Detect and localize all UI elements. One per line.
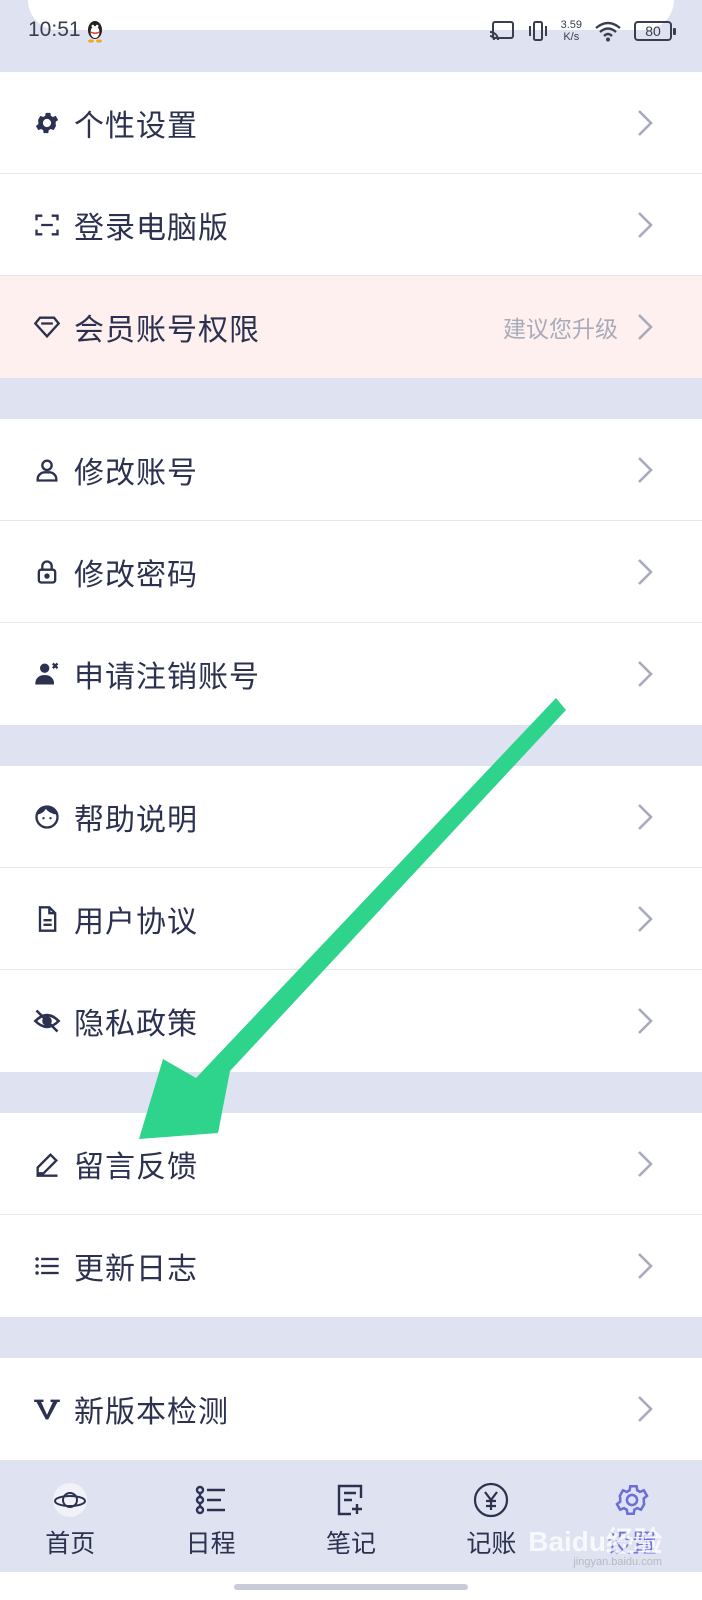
battery-indicator: 80 — [634, 21, 676, 41]
status-time: 10:51 — [28, 18, 81, 41]
chevron-right-icon — [638, 1150, 653, 1177]
menu-item-feedback[interactable]: 留言反馈 — [0, 1113, 702, 1215]
menu-item-change-password[interactable]: 修改密码 — [0, 521, 702, 623]
net-speed: 3.59 K/s — [560, 19, 582, 43]
tab-label: 日程 — [185, 1529, 236, 1558]
group-separator — [0, 378, 702, 419]
yuan-icon — [471, 1480, 511, 1520]
chevron-right-icon — [638, 661, 653, 687]
chevron-right-icon — [638, 803, 653, 830]
chevron-right-icon — [638, 211, 653, 238]
watermark-url: jingyan.baidu.com — [573, 1556, 662, 1568]
menu-item-changelog[interactable]: 更新日志 — [0, 1215, 702, 1317]
menu-item-help[interactable]: 帮助说明 — [0, 766, 702, 868]
menu-item-delete-account[interactable]: 申请注销账号 — [0, 623, 702, 725]
wifi-icon — [595, 21, 621, 42]
eye-off-icon — [32, 1006, 62, 1036]
diamond-icon — [32, 312, 62, 342]
status-icons: 3.59 K/s 80 — [489, 14, 676, 48]
chevron-right-icon — [638, 1253, 653, 1279]
upgrade-hint: 建议您升级 — [503, 317, 618, 343]
menu-item-label: 帮助说明 — [74, 802, 198, 838]
group-separator — [0, 1317, 702, 1358]
scan-frame-icon — [32, 210, 62, 240]
lock-icon — [32, 557, 62, 587]
menu-item-personal-settings[interactable]: 个性设置 — [0, 72, 702, 174]
pencil-icon — [32, 1149, 62, 1179]
menu-item-label: 修改账号 — [74, 455, 198, 491]
home-indicator[interactable] — [234, 1584, 468, 1590]
menu-item-label: 隐私政策 — [74, 1007, 198, 1042]
vibrate-icon — [528, 21, 547, 41]
menu-item-label: 留言反馈 — [74, 1149, 198, 1185]
menu-item-check-update[interactable]: 新版本检测 — [0, 1358, 702, 1460]
list-icon — [32, 1251, 62, 1281]
cast-icon — [489, 21, 514, 41]
schedule-icon — [191, 1480, 231, 1520]
menu-item-label: 新版本检测 — [74, 1395, 229, 1430]
menu-item-label: 登录电脑版 — [74, 210, 229, 246]
chevron-right-icon — [638, 1396, 653, 1422]
group-separator — [0, 725, 702, 766]
settings-gear-icon — [612, 1480, 652, 1520]
tab-label: 记账 — [466, 1529, 517, 1558]
menu-item-label: 更新日志 — [74, 1252, 198, 1287]
menu-item-change-account[interactable]: 修改账号 — [0, 419, 702, 521]
tab-home[interactable]: 首页 — [0, 1468, 140, 1572]
status-bar: 10:51 3.59 K/s 80 — [0, 0, 702, 72]
menu-item-privacy-policy[interactable]: 隐私政策 — [0, 970, 702, 1072]
qq-penguin-icon — [88, 21, 102, 43]
baidu-watermark: Baidu经验 — [528, 1526, 662, 1557]
face-help-icon — [32, 802, 62, 832]
chevron-right-icon — [638, 905, 653, 932]
menu-item-vip-permissions[interactable]: 会员账号权限 建议您升级 — [0, 276, 702, 378]
menu-item-user-agreement[interactable]: 用户协议 — [0, 868, 702, 970]
planet-icon — [50, 1480, 90, 1520]
user-remove-icon — [32, 659, 62, 689]
menu-item-label: 修改密码 — [74, 557, 198, 593]
note-icon — [331, 1480, 371, 1520]
chevron-right-icon — [638, 558, 653, 585]
menu-item-label: 申请注销账号 — [74, 660, 260, 695]
menu-item-label: 用户协议 — [74, 904, 198, 940]
settings-menu: 个性设置 登录电脑版 会员账号权限 建议您升级 修改账号 修改密码 申请注销账号… — [0, 72, 702, 1460]
chevron-right-icon — [638, 456, 653, 483]
gear-icon — [32, 108, 62, 138]
tab-label: 首页 — [45, 1529, 96, 1558]
menu-item-login-desktop[interactable]: 登录电脑版 — [0, 174, 702, 276]
menu-item-label: 个性设置 — [74, 108, 198, 144]
document-icon — [32, 904, 62, 934]
chevron-right-icon — [638, 1008, 653, 1034]
v-letter-icon — [32, 1394, 62, 1424]
chevron-right-icon — [638, 314, 653, 340]
group-separator — [0, 1072, 702, 1113]
tab-label: 笔记 — [326, 1529, 377, 1558]
chevron-right-icon — [638, 109, 653, 136]
tab-schedule[interactable]: 日程 — [140, 1468, 280, 1572]
tab-notes[interactable]: 笔记 — [281, 1468, 421, 1572]
user-icon — [32, 455, 62, 485]
menu-item-label: 会员账号权限 — [74, 313, 260, 348]
